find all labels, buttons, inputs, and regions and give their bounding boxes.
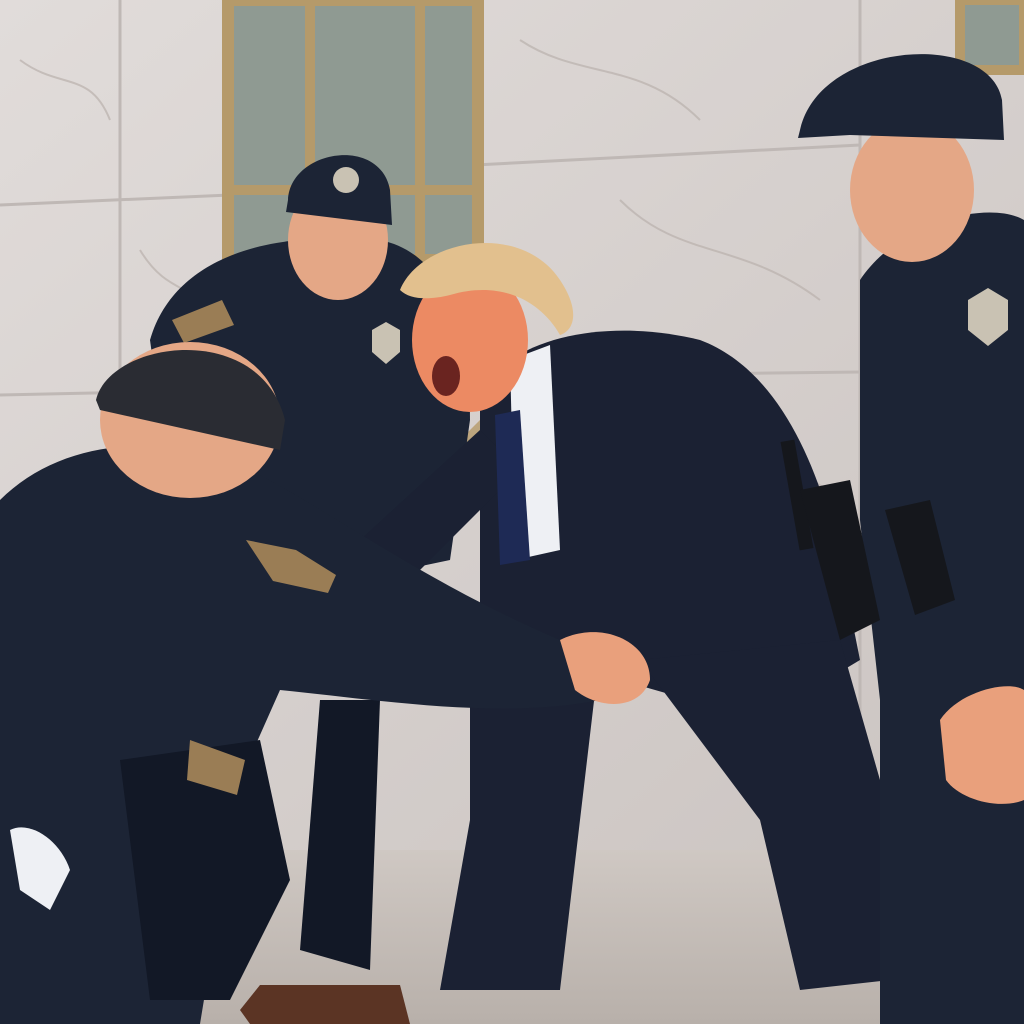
- scene-drawing: [0, 0, 1024, 1024]
- photo-scene: [0, 0, 1024, 1024]
